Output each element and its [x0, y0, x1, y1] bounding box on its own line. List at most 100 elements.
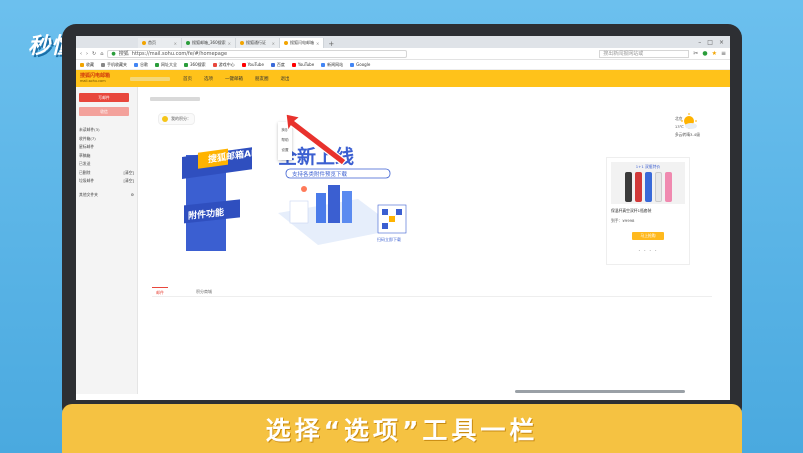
ad-title: 保温杯真空双杯1瓶套装 — [611, 208, 652, 213]
new-tab-button[interactable]: + — [324, 40, 338, 48]
qr-center-logo — [389, 216, 395, 222]
tab-passport[interactable]: 搜狐通行证 × — [236, 38, 280, 48]
nav-options[interactable]: 选项 — [203, 76, 214, 82]
tab-home[interactable]: 首页 × — [138, 38, 182, 48]
address-field[interactable]: ● 搜狐 https://mail.sohu.com/fe/#/homepage — [107, 49, 408, 58]
tab-points-mall[interactable]: 积分商城 — [192, 287, 216, 296]
carousel-dots[interactable]: • • • • — [607, 248, 689, 253]
folder-sent[interactable]: 已发送 — [76, 160, 137, 169]
receive-button[interactable]: 收信 — [79, 107, 129, 116]
bottle-shape — [625, 172, 632, 202]
bookmarks-bar: 收藏 手机收藏夹 谷歌 网址大全 360搜索 游戏中心 YouTube 百度 Y… — [76, 60, 730, 70]
caption-bar: 选择“选项”工具一栏 — [62, 404, 742, 453]
qr-marker — [382, 223, 388, 229]
banner-tower — [342, 191, 352, 223]
refresh-icon[interactable]: ↻ — [92, 51, 96, 57]
empty-link[interactable]: [清空] — [123, 170, 134, 176]
banner-figure — [301, 186, 307, 192]
bookmark-item[interactable]: 收藏 — [80, 62, 94, 68]
qr-marker — [382, 209, 388, 215]
ad-tag: 1+1 双瓶特价 — [635, 164, 661, 169]
qr-caption: 扫码立即下载 — [377, 236, 401, 242]
banner-tower — [328, 185, 340, 223]
bookmark-item[interactable]: 新闻网站 — [321, 62, 343, 68]
bookmark-item[interactable]: 网址大全 — [155, 62, 177, 68]
caption-text: 选择“选项”工具一栏 — [265, 415, 539, 445]
page-icon — [142, 41, 146, 45]
content-tabs: 邮件 积分商城 — [152, 287, 712, 297]
nav-home[interactable]: 首页 — [182, 76, 193, 82]
bookmark-item[interactable]: 谷歌 — [134, 62, 148, 68]
extension-icons: ✂ ● ★ ≡ — [693, 50, 726, 57]
ad-price: 到手：¥9998 — [611, 218, 635, 223]
menu-icon[interactable]: ≡ — [721, 50, 726, 57]
main-content: 我的积分： 搜狐邮箱APP 附件功能 全新上线 支持各类附件预览下载 扫码立即下… — [138, 87, 730, 394]
page-icon — [284, 41, 288, 45]
bulb-icon — [162, 116, 168, 122]
window-controls: – □ × — [698, 36, 730, 48]
bookmark-item[interactable]: YouTube — [241, 62, 264, 67]
bookmark-item[interactable]: 百度 — [270, 62, 285, 68]
nav-onekey[interactable]: 一键邮箱 — [224, 76, 244, 82]
shield-icon[interactable]: ● — [702, 50, 707, 57]
tab-mail-content[interactable]: 邮件 — [152, 287, 168, 296]
page-icon — [240, 41, 244, 45]
page-icon — [186, 41, 190, 45]
nav-friends[interactable]: 朋友圈 — [254, 76, 270, 82]
url-badge: 搜狐 — [118, 51, 129, 57]
pointer-arrow-icon — [286, 114, 347, 166]
close-icon[interactable]: × — [272, 41, 275, 46]
tab-search[interactable]: 搜狐邮箱_360搜索 × — [182, 38, 236, 48]
banner-subline: 支持各类附件预览下载 — [292, 170, 348, 178]
maximize-icon[interactable]: □ — [707, 39, 713, 46]
close-icon[interactable]: × — [316, 41, 319, 46]
bottle-shape — [635, 172, 642, 202]
weather-desc: 多云转晴3-4级 — [674, 132, 700, 137]
home-icon[interactable]: ⌂ — [100, 51, 103, 57]
buy-button[interactable]: 马上抢购 — [632, 232, 664, 240]
folder-inbox[interactable]: 收件箱(7) — [76, 135, 137, 144]
sidebar: 写邮件 收信 未读邮件(3) 收件箱(7) 星标邮件 草稿箱 已发送 已删除 [清… — [76, 87, 138, 394]
secure-lock-icon: ● — [111, 50, 116, 57]
minimize-icon[interactable]: – — [698, 39, 701, 46]
bookmark-item[interactable]: 手机收藏夹 — [101, 62, 127, 68]
mail-logo[interactable]: 搜狐闪电邮箱 mail.sohu.com — [80, 73, 130, 84]
folder-deleted[interactable]: 已删除 [清空] — [76, 169, 137, 178]
nav-logout[interactable]: 退出 — [280, 76, 291, 82]
folder-spam[interactable]: 垃圾邮件 [清空] — [76, 177, 137, 186]
bookmark-item[interactable]: Google — [350, 62, 370, 67]
search-input[interactable]: 搜出新闻报网站或 — [599, 49, 690, 58]
star-icon[interactable]: ★ — [712, 50, 717, 57]
folder-other[interactable]: 其他文件夹 ⚙ — [76, 191, 137, 200]
bookmark-item[interactable]: 360搜索 — [184, 62, 206, 68]
back-icon[interactable]: ‹ — [80, 51, 82, 57]
top-nav: 首页 选项 一键邮箱 朋友圈 退出 — [182, 76, 291, 82]
blurred-greeting — [150, 97, 200, 101]
bookmark-item[interactable]: 游戏中心 — [212, 62, 235, 68]
horizontal-scrollbar[interactable] — [515, 390, 685, 393]
folder-drafts[interactable]: 草稿箱 — [76, 152, 137, 161]
empty-link[interactable]: [清空] — [123, 178, 134, 184]
url-text: https://mail.sohu.com/fe/#/homepage — [131, 50, 228, 57]
banner-file-card — [289, 200, 309, 224]
tab-bar: 首页 × 搜狐邮箱_360搜索 × 搜狐通行证 × 搜狐闪电邮箱 × + – □ × — [76, 36, 730, 48]
close-icon[interactable]: × — [228, 41, 231, 46]
forward-icon[interactable]: › — [86, 51, 88, 57]
write-mail-button[interactable]: 写邮件 — [79, 93, 129, 102]
settings-icon[interactable]: ⚙ — [131, 192, 134, 197]
folder-unread[interactable]: 未读邮件(3) — [76, 126, 137, 135]
bottle-shape — [645, 172, 652, 202]
bottle-shape — [665, 172, 672, 202]
close-window-icon[interactable]: × — [719, 39, 724, 46]
folder-starred[interactable]: 星标邮件 — [76, 143, 137, 152]
ad-image: 1+1 双瓶特价 — [611, 162, 685, 204]
tab-mail[interactable]: 搜狐闪电邮箱 × — [280, 38, 325, 48]
qr-marker — [396, 209, 402, 215]
score-badge[interactable]: 我的积分： — [158, 113, 195, 125]
close-icon[interactable]: × — [174, 41, 177, 46]
bookmark-item[interactable]: YouTube — [291, 62, 314, 67]
scissors-icon[interactable]: ✂ — [693, 50, 698, 57]
address-toolbar: ‹ › ↻ ⌂ ● 搜狐 https://mail.sohu.com/fe/#/… — [76, 48, 730, 60]
browser-window: 首页 × 搜狐邮箱_360搜索 × 搜狐通行证 × 搜狐闪电邮箱 × + – □ × ‹… — [76, 36, 730, 400]
ad-card[interactable]: 1+1 双瓶特价 保温杯真空双杯1瓶套装 到手：¥9998 马上抢购 • • •… — [606, 157, 690, 265]
